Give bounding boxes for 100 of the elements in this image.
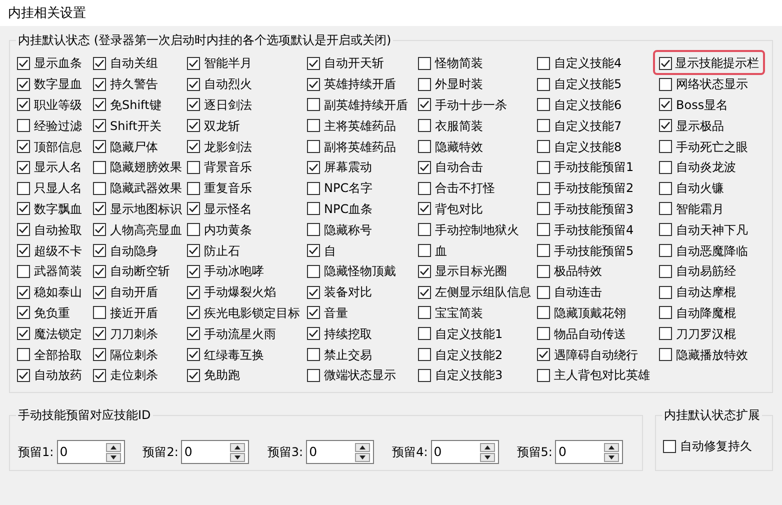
checkbox-label[interactable]: 副将英雄药品 [324,138,396,156]
checkbox-label[interactable]: 物品自动传送 [554,324,626,343]
checkbox[interactable] [659,140,672,154]
checkbox[interactable] [418,160,431,174]
checkbox[interactable] [659,244,672,258]
checkbox-label[interactable]: 外显时装 [435,75,483,94]
checkbox[interactable] [93,160,106,174]
checkbox[interactable] [17,119,30,132]
checkbox-label[interactable]: 疾光电影锁定目标 [204,304,300,322]
checkbox[interactable] [17,264,30,278]
checkbox[interactable] [307,306,320,320]
checkbox-label[interactable]: 显示人名 [34,158,82,176]
checkbox[interactable] [187,202,200,216]
checkbox[interactable] [659,327,672,340]
checkbox[interactable] [187,264,200,278]
checkbox-label[interactable]: 手动流星火雨 [204,324,276,343]
checkbox[interactable] [307,78,320,91]
checkbox-label[interactable]: NPC血条 [324,200,373,218]
checkbox-label[interactable]: 背景音乐 [204,158,252,176]
checkbox-label[interactable]: 自定义技能1 [435,324,503,343]
checkbox-label[interactable]: 自 [324,242,336,260]
checkbox-label[interactable]: 重复音乐 [204,179,252,198]
checkbox-label[interactable]: 逐日剑法 [204,96,252,114]
checkbox[interactable] [17,368,30,382]
checkbox-label[interactable]: 智能半月 [204,54,252,72]
checkbox-label[interactable]: 自定义技能6 [554,96,622,114]
checkbox[interactable] [418,140,431,154]
spin-down-icon[interactable] [106,452,121,462]
checkbox-label[interactable]: 怪物简装 [435,54,483,72]
checkbox[interactable] [659,119,672,132]
checkbox[interactable] [418,327,431,340]
checkbox[interactable] [93,202,106,216]
checkbox-label[interactable]: 主将英雄药品 [324,116,396,135]
checkbox-label[interactable]: 隔位刺杀 [110,346,158,364]
checkbox[interactable] [537,244,550,258]
number-spinner[interactable]: 0 [430,440,499,464]
checkbox-label[interactable]: 隐藏顶戴花翎 [554,304,626,322]
checkbox-label[interactable]: 自定义技能2 [435,346,503,364]
checkbox[interactable] [17,78,30,91]
checkbox[interactable] [17,223,30,236]
checkbox-label[interactable]: 经验过滤 [34,116,82,135]
checkbox-label[interactable]: 自动达摩棍 [676,283,736,302]
checkbox[interactable] [537,98,550,112]
checkbox-label[interactable]: 隐藏特效 [435,138,483,156]
checkbox-label[interactable]: 手动冰咆哮 [204,262,264,280]
checkbox[interactable] [17,160,30,174]
checkbox[interactable] [93,327,106,340]
checkbox[interactable] [93,223,106,236]
checkbox[interactable] [418,286,431,299]
checkbox[interactable] [659,202,672,216]
checkbox-label[interactable]: 持续挖取 [324,324,372,343]
checkbox[interactable] [187,368,200,382]
checkbox[interactable] [17,182,30,195]
checkbox-label[interactable]: 微端状态显示 [324,366,396,384]
checkbox[interactable] [659,98,672,112]
checkbox[interactable] [537,78,550,91]
checkbox[interactable] [659,306,672,320]
checkbox[interactable] [187,160,200,174]
checkbox-label[interactable]: 自定义技能7 [554,116,622,135]
checkbox[interactable] [17,244,30,258]
checkbox[interactable] [307,119,320,132]
checkbox[interactable] [418,119,431,132]
checkbox-label[interactable]: 自动天神下凡 [676,220,748,239]
checkbox-label[interactable]: 左侧显示组队信息 [435,283,531,302]
checkbox-label[interactable]: 隐藏武器效果 [110,179,182,198]
checkbox-label[interactable]: 衣服简装 [435,116,483,135]
spin-up-icon[interactable] [604,442,620,452]
checkbox-label[interactable]: 显示地图标识 [110,200,182,218]
checkbox-label[interactable]: 内功黄条 [204,220,252,239]
checkbox-label[interactable]: 接近开盾 [110,304,158,322]
checkbox-label[interactable]: 显示血条 [34,54,82,72]
checkbox[interactable] [659,160,672,174]
checkbox-label[interactable]: 屏幕震动 [324,158,372,176]
checkbox[interactable] [187,78,200,91]
checkbox[interactable] [187,286,200,299]
checkbox-label[interactable]: 人物高亮显血 [110,220,182,239]
checkbox-label[interactable]: 手动十步一杀 [435,96,507,114]
checkbox-label[interactable]: 数字飘血 [34,200,82,218]
checkbox-label[interactable]: 音量 [324,304,348,322]
checkbox[interactable] [659,286,672,299]
checkbox-label[interactable]: 只显人名 [34,179,82,198]
checkbox[interactable] [418,264,431,278]
checkbox[interactable] [418,202,431,216]
number-spinner[interactable]: 0 [555,440,624,464]
checkbox[interactable] [418,98,431,112]
checkbox-label[interactable]: 自动烈火 [204,75,252,94]
spin-up-icon[interactable] [355,442,370,452]
checkbox[interactable] [537,368,550,382]
checkbox-label[interactable]: 隐藏怪物顶戴 [324,262,396,280]
checkbox[interactable] [93,286,106,299]
checkbox-label[interactable]: 自动放药 [34,366,82,384]
checkbox-label[interactable]: 免Shift键 [110,96,162,114]
spin-down-icon[interactable] [604,452,620,462]
checkbox-label[interactable]: 自动恶魔降临 [676,242,748,260]
checkbox-label[interactable]: 自动火镰 [676,179,724,198]
checkbox-label[interactable]: 合击不打怪 [435,179,495,198]
checkbox-label[interactable]: 魔法锁定 [34,324,82,343]
checkbox[interactable] [93,119,106,132]
checkbox[interactable] [187,348,200,362]
checkbox[interactable] [17,140,30,154]
